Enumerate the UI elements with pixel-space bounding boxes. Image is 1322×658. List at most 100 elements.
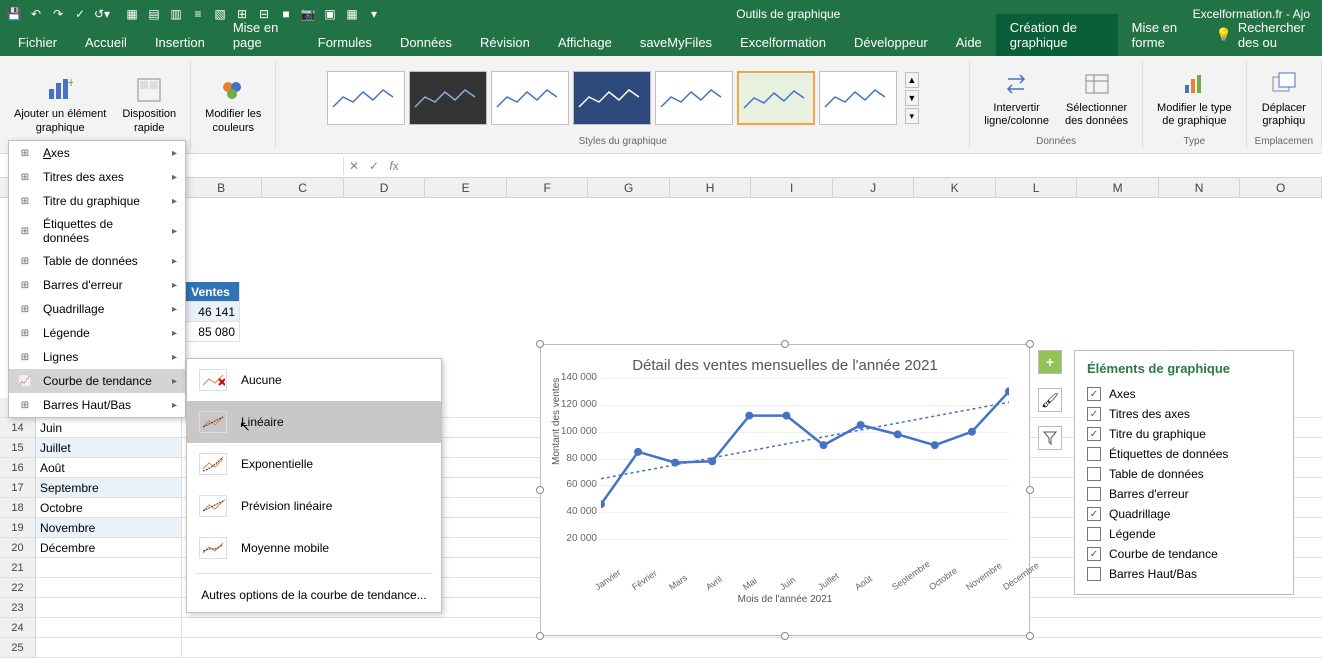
panel-item[interactable]: Barres d'erreur [1087, 484, 1281, 504]
checkbox-icon[interactable]: ✓ [1087, 407, 1101, 421]
tab-donnees[interactable]: Données [386, 29, 466, 56]
cell[interactable]: Septembre [36, 478, 182, 497]
col-header[interactable]: K [914, 178, 996, 197]
row-header[interactable]: 20 [0, 538, 36, 557]
cell[interactable]: Août [36, 458, 182, 477]
row-header[interactable]: 24 [0, 618, 36, 637]
panel-item[interactable]: Barres Haut/Bas [1087, 564, 1281, 584]
cancel-icon[interactable]: ✕ [344, 159, 364, 173]
resize-handle[interactable] [1026, 340, 1034, 348]
enter-icon[interactable]: ✓ [364, 159, 384, 173]
menu-table-donnees[interactable]: ⊞Table de données▸ [9, 249, 185, 273]
row-header[interactable]: 17 [0, 478, 36, 497]
row-header[interactable]: 18 [0, 498, 36, 517]
add-chart-element-button[interactable]: + Ajouter un élément graphique [8, 62, 112, 147]
chart-style-4[interactable] [573, 71, 651, 125]
tab-insertion[interactable]: Insertion [141, 29, 219, 56]
tab-mise-en-forme[interactable]: Mise en forme [1118, 14, 1206, 56]
tab-developpeur[interactable]: Développeur [840, 29, 942, 56]
chart-style-3[interactable] [491, 71, 569, 125]
submenu-moyenne[interactable]: Moyenne mobile [187, 527, 441, 569]
menu-axes[interactable]: ⊞Axes▸ [9, 141, 185, 165]
resize-handle[interactable] [781, 340, 789, 348]
resize-handle[interactable] [536, 632, 544, 640]
panel-item[interactable]: ✓Courbe de tendance [1087, 544, 1281, 564]
tab-affichage[interactable]: Affichage [544, 29, 626, 56]
chart-style-2[interactable] [409, 71, 487, 125]
tab-creation-graphique[interactable]: Création de graphique [996, 14, 1118, 56]
chart-style-5[interactable] [655, 71, 733, 125]
qat-icon[interactable]: ▦ [122, 4, 142, 24]
resize-handle[interactable] [536, 340, 544, 348]
submenu-aucune[interactable]: Aucune [187, 359, 441, 401]
checkbox-icon[interactable] [1087, 467, 1101, 481]
cell[interactable]: Décembre [36, 538, 182, 557]
menu-etiquettes[interactable]: ⊞Étiquettes de données▸ [9, 213, 185, 249]
styles-more[interactable]: ▾ [905, 108, 919, 124]
undo-icon[interactable]: ↶ [26, 4, 46, 24]
cell[interactable]: Juin [36, 418, 182, 437]
panel-item[interactable]: Étiquettes de données [1087, 444, 1281, 464]
col-header[interactable]: I [751, 178, 833, 197]
switch-row-col-button[interactable]: Intervertir ligne/colonne [978, 62, 1055, 134]
cell[interactable] [36, 578, 182, 597]
tab-revision[interactable]: Révision [466, 29, 544, 56]
qat-icon[interactable]: ▾ [364, 4, 384, 24]
checkbox-icon[interactable]: ✓ [1087, 547, 1101, 561]
submenu-autres-options[interactable]: Autres options de la courbe de tendance.… [187, 578, 441, 612]
chart-filter-button[interactable] [1038, 426, 1062, 450]
checkbox-icon[interactable] [1087, 447, 1101, 461]
col-header[interactable]: H [670, 178, 752, 197]
cell[interactable]: 85 080 [182, 322, 240, 341]
col-header[interactable]: E [425, 178, 507, 197]
chart-style-6[interactable] [737, 71, 815, 125]
panel-item[interactable]: ✓Axes [1087, 384, 1281, 404]
submenu-exponentielle[interactable]: Exponentielle [187, 443, 441, 485]
tab-mise-en-page[interactable]: Mise en page [219, 14, 304, 56]
col-header[interactable]: L [996, 178, 1078, 197]
chart-styles-button[interactable]: 🖌 [1038, 388, 1062, 412]
chart-title[interactable]: Détail des ventes mensuelles de l'année … [541, 345, 1029, 378]
checkbox-icon[interactable]: ✓ [1087, 507, 1101, 521]
col-header[interactable]: N [1159, 178, 1241, 197]
tell-me-search[interactable]: 💡 Rechercher des ou [1206, 14, 1322, 56]
submenu-prevision[interactable]: Prévision linéaire [187, 485, 441, 527]
submenu-lineaire[interactable]: Linéaire↖ [187, 401, 441, 443]
cell[interactable] [36, 558, 182, 577]
resize-handle[interactable] [536, 486, 544, 494]
row-header[interactable]: 14 [0, 418, 36, 437]
col-header[interactable]: J [833, 178, 915, 197]
change-type-button[interactable]: Modifier le type de graphique [1151, 62, 1238, 134]
row-header[interactable]: 19 [0, 518, 36, 537]
cell[interactable]: Juillet [36, 438, 182, 457]
menu-barres-haut-bas[interactable]: ⊞Barres Haut/Bas▸ [9, 393, 185, 417]
resize-handle[interactable] [781, 632, 789, 640]
move-chart-button[interactable]: Déplacer graphiqu [1256, 62, 1312, 134]
styles-scroll-up[interactable]: ▲ [905, 72, 919, 88]
checkbox-icon[interactable] [1087, 527, 1101, 541]
menu-quadrillage[interactable]: ⊞Quadrillage▸ [9, 297, 185, 321]
tab-aide[interactable]: Aide [942, 29, 996, 56]
panel-item[interactable]: ✓Titres des axes [1087, 404, 1281, 424]
tab-formules[interactable]: Formules [304, 29, 386, 56]
qat-icon[interactable]: ▦ [342, 4, 362, 24]
undo-dropdown-icon[interactable]: ↺▾ [92, 4, 112, 24]
row-header[interactable]: 23 [0, 598, 36, 617]
save-icon[interactable]: 💾 [4, 4, 24, 24]
redo-icon[interactable]: ↷ [48, 4, 68, 24]
cell[interactable]: Octobre [36, 498, 182, 517]
checkbox-icon[interactable]: ✓ [1087, 387, 1101, 401]
qat-icon[interactable]: ▤ [144, 4, 164, 24]
menu-legende[interactable]: ⊞Légende▸ [9, 321, 185, 345]
chart-style-1[interactable] [327, 71, 405, 125]
qat-icon[interactable]: ▣ [320, 4, 340, 24]
row-header[interactable]: 22 [0, 578, 36, 597]
menu-barres-erreur[interactable]: ⊞Barres d'erreur▸ [9, 273, 185, 297]
name-box[interactable] [174, 157, 344, 175]
formula-input[interactable] [404, 157, 1318, 175]
row-header[interactable]: 15 [0, 438, 36, 457]
tab-save[interactable]: saveMyFiles [626, 29, 726, 56]
cell[interactable]: 46 141 [182, 302, 240, 321]
col-header[interactable]: G [588, 178, 670, 197]
panel-item[interactable]: Table de données [1087, 464, 1281, 484]
